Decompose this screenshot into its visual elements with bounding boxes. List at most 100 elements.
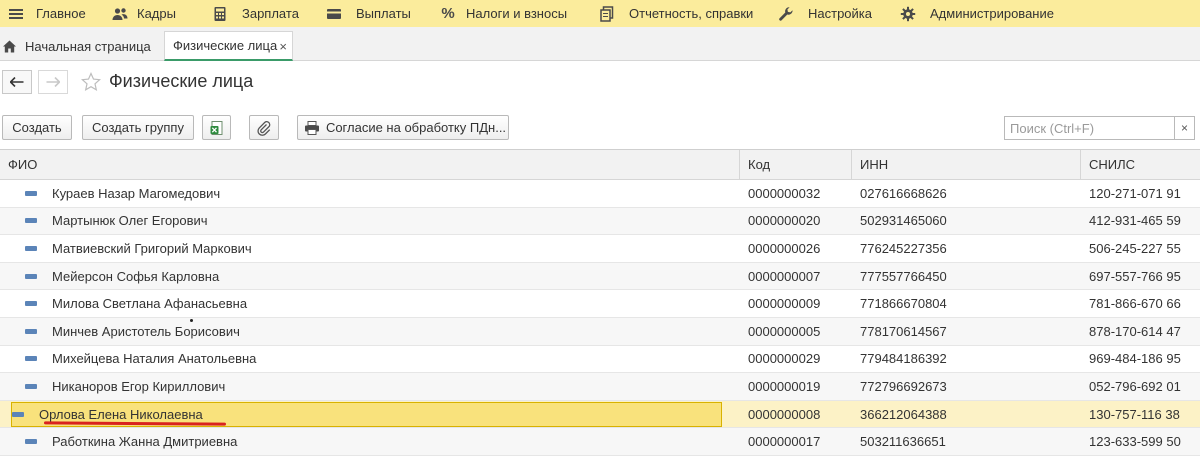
column-header-snils[interactable]: СНИЛС xyxy=(1081,150,1200,179)
cell-inn[interactable]: 503211636651 xyxy=(852,428,1081,455)
menu-label: Выплаты xyxy=(356,6,411,21)
cell-inn[interactable]: 772796692673 xyxy=(852,373,1081,400)
table-row[interactable]: Минчев Аристотель Борисович 0000000005 778… xyxy=(0,317,1200,346)
create-button[interactable]: Создать xyxy=(2,115,72,140)
tab-home[interactable]: Начальная страница xyxy=(0,31,151,61)
close-icon[interactable]: × xyxy=(279,40,287,53)
menu-label: Главное xyxy=(36,6,86,21)
cell-inn[interactable]: 778170614567 xyxy=(852,318,1081,345)
cell-code[interactable]: 0000000005 xyxy=(740,318,852,345)
cell-name[interactable]: Матвиевский Григорий Маркович xyxy=(0,235,740,262)
person-name: Мейерсон Софья Карловна xyxy=(52,268,220,284)
gear-icon xyxy=(900,6,916,22)
cell-inn[interactable]: 027616668626 xyxy=(852,180,1081,207)
table-row[interactable]: Работкина Жанна Дмитриевна 0000000017 5032… xyxy=(0,428,1200,456)
menu-item-admin[interactable]: Администрирование xyxy=(900,0,1054,27)
cell-inn[interactable]: 776245227356 xyxy=(852,235,1081,262)
table-row[interactable]: Михейцева Наталия Анатольевна 0000000029 7… xyxy=(0,345,1200,374)
cell-snils[interactable]: 412-931-465 59 xyxy=(1081,208,1200,235)
search-input[interactable] xyxy=(1004,116,1175,140)
cell-code[interactable]: 0000000009 xyxy=(740,290,852,317)
cell-name[interactable]: Мартынюк Олег Егорович xyxy=(0,208,740,235)
column-header-inn[interactable]: ИНН xyxy=(852,150,1081,179)
individuals-table: ФИО Код ИНН СНИЛС Кураев Назар Магомедов… xyxy=(0,149,1200,458)
menu-item-main[interactable]: Главное xyxy=(8,0,86,27)
cell-name[interactable]: Мейерсон Софья Карловна xyxy=(0,263,740,290)
table-row[interactable]: Мейерсон Софья Карловна 0000000007 7775577… xyxy=(0,262,1200,291)
cell-name[interactable]: Работкина Жанна Дмитриевна xyxy=(0,428,740,455)
menu-item-reports[interactable]: Отчетность, справки xyxy=(599,0,753,27)
consent-button-label: Согласие на обработку ПДн... xyxy=(325,120,507,135)
cell-snils[interactable]: 120-271-071 91 xyxy=(1081,180,1200,207)
item-icon xyxy=(25,328,37,334)
favorite-star-icon[interactable] xyxy=(81,72,101,92)
cell-snils[interactable]: 506-245-227 55 xyxy=(1081,235,1200,262)
menu-item-salary[interactable]: Зарплата xyxy=(212,0,299,27)
wrench-icon xyxy=(778,6,794,22)
item-icon xyxy=(25,245,37,251)
table-row[interactable]: Мартынюк Олег Егорович 0000000020 50293146… xyxy=(0,207,1200,236)
menu-label: Отчетность, справки xyxy=(629,6,754,21)
cell-snils[interactable]: 123-633-599 50 xyxy=(1081,428,1200,455)
cell-snils[interactable]: 130-757-116 38 xyxy=(1081,401,1200,428)
cell-code[interactable]: 0000000029 xyxy=(740,346,852,373)
cell-snils[interactable]: 878-170-614 47 xyxy=(1081,318,1200,345)
cell-inn[interactable]: 502931465060 xyxy=(852,208,1081,235)
cell-code[interactable]: 0000000017 xyxy=(740,428,852,455)
person-name: Никаноров Егор Кириллович xyxy=(52,378,226,394)
cell-code[interactable]: 0000000019 xyxy=(740,373,852,400)
forward-button[interactable] xyxy=(38,70,68,94)
cell-name[interactable]: Михейцева Наталия Анатольевна xyxy=(0,346,740,373)
menu-label: Зарплата xyxy=(242,6,299,21)
percent-icon: % xyxy=(441,5,455,22)
cell-code[interactable]: 0000000020 xyxy=(740,208,852,235)
menu-label: Настройка xyxy=(808,6,872,21)
cell-snils[interactable]: 969-484-186 95 xyxy=(1081,346,1200,373)
cell-snils[interactable]: 781-866-670 66 xyxy=(1081,290,1200,317)
cell-code[interactable]: 0000000026 xyxy=(740,235,852,262)
table-row[interactable]: Милова Светлана Афанасьевна 0000000009 771… xyxy=(0,290,1200,318)
person-name: Минчев Аристотель Борисович xyxy=(52,323,240,339)
item-icon xyxy=(25,383,37,389)
item-icon xyxy=(25,356,37,362)
menu-item-payments[interactable]: Выплаты xyxy=(326,0,411,27)
cell-inn[interactable]: 777557766450 xyxy=(852,263,1081,290)
column-header-code[interactable]: Код xyxy=(740,150,852,179)
cell-name[interactable]: Никаноров Егор Кириллович xyxy=(0,373,740,400)
menu-item-staff[interactable]: Кадры xyxy=(112,0,176,27)
cell-name[interactable]: Милова Светлана Афанасьевна xyxy=(0,290,740,317)
item-icon xyxy=(25,218,37,224)
cell-code[interactable]: 0000000007 xyxy=(740,263,852,290)
menu-label: Администрирование xyxy=(930,6,1054,21)
table-row[interactable]: Кураев Назар Магомедович 0000000032 027616… xyxy=(0,180,1200,208)
cell-inn[interactable]: 366212064388 xyxy=(852,401,1081,428)
cell-name[interactable]: Кураев Назар Магомедович xyxy=(0,180,740,207)
stray-dot xyxy=(190,319,193,322)
menu-item-settings[interactable]: Настройка xyxy=(778,0,872,27)
cell-snils[interactable]: 052-796-692 01 xyxy=(1081,373,1200,400)
arrow-left-icon xyxy=(10,77,24,87)
menu-item-taxes[interactable]: % Налоги и взносы xyxy=(440,0,567,27)
cell-code[interactable]: 0000000032 xyxy=(740,180,852,207)
tab-individuals[interactable]: Физические лица × xyxy=(164,31,293,61)
cell-inn[interactable]: 779484186392 xyxy=(852,346,1081,373)
cell-name[interactable]: Минчев Аристотель Борисович xyxy=(0,318,740,345)
create-group-button[interactable]: Создать группу xyxy=(82,115,194,140)
back-button[interactable] xyxy=(2,70,32,94)
attach-button[interactable] xyxy=(249,115,279,140)
item-icon xyxy=(25,439,37,445)
person-name: Матвиевский Григорий Маркович xyxy=(52,240,252,256)
person-name: Работкина Жанна Дмитриевна xyxy=(52,434,238,450)
table-row[interactable]: Никаноров Егор Кириллович 0000000019 77279… xyxy=(0,373,1200,401)
consent-button[interactable]: Согласие на обработку ПДн... xyxy=(297,115,509,140)
cell-inn[interactable]: 771866670804 xyxy=(852,290,1081,317)
cell-snils[interactable]: 697-557-766 95 xyxy=(1081,263,1200,290)
cell-code[interactable]: 0000000008 xyxy=(740,401,852,428)
arrow-right-icon xyxy=(46,77,60,87)
table-row[interactable]: Матвиевский Григорий Маркович 0000000026 7… xyxy=(0,235,1200,263)
excel-export-button[interactable] xyxy=(202,115,231,140)
column-header-name[interactable]: ФИО xyxy=(0,150,740,179)
item-icon xyxy=(12,411,24,417)
search-clear-icon[interactable]: × xyxy=(1175,116,1195,140)
people-icon xyxy=(112,6,128,22)
